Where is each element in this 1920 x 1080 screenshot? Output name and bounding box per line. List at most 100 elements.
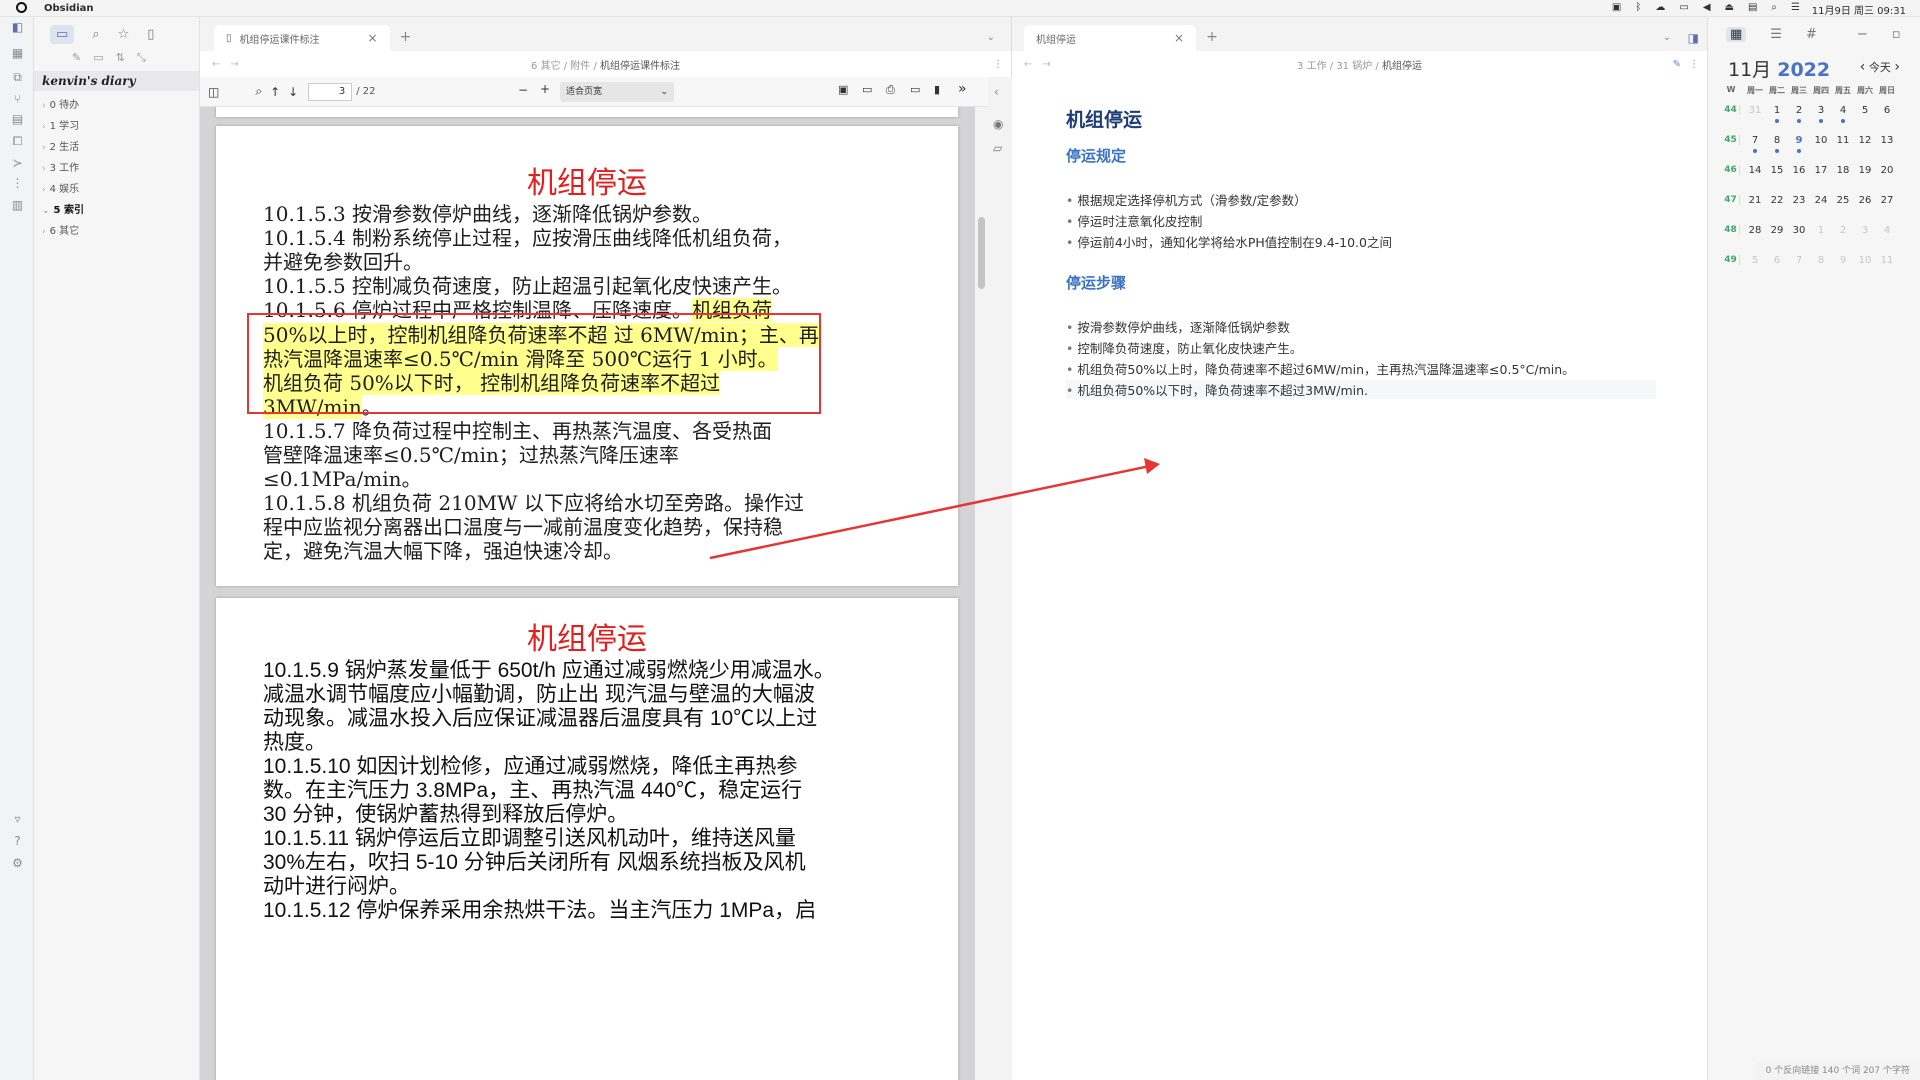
calendar-icon[interactable]: ▦	[1726, 26, 1747, 42]
outline-icon[interactable]: ☰	[1770, 27, 1782, 42]
calendar-day[interactable]: 22	[1766, 195, 1788, 206]
calendar-day[interactable]: 3	[1854, 225, 1876, 236]
list-item[interactable]: 停运时注意氧化皮控制	[1066, 211, 1202, 230]
folder-item[interactable]: › 4 娱乐	[34, 179, 199, 200]
collapse-left-icon[interactable]: ‹	[994, 85, 999, 99]
terminal-icon[interactable]: ≻	[11, 157, 24, 170]
new-folder-icon[interactable]: ▭	[93, 51, 103, 71]
page-number-input[interactable]: 3	[308, 82, 353, 101]
toggle-right-sidebar-icon[interactable]: ◨	[1688, 31, 1699, 45]
list-item[interactable]: 控制降负荷速度，防止氧化皮快速产生。	[1066, 338, 1302, 357]
close-icon[interactable]: ×	[1174, 31, 1184, 45]
calendar-day[interactable]: 28	[1744, 225, 1766, 236]
calendar-day[interactable]: 5	[1744, 255, 1766, 266]
new-note-icon[interactable]: ✎	[72, 51, 81, 71]
calendar-day[interactable]: 10	[1810, 135, 1832, 146]
tab-pdf[interactable]: ▯ 机组停运课件标注 ×	[214, 25, 390, 51]
calendar-day[interactable]: 14	[1744, 165, 1766, 176]
pdf-viewer[interactable]: 机组停运 10.1.5.3 按滑参数停炉曲线，逐渐降低锅炉参数。 10.1.5.…	[200, 107, 988, 1080]
search-icon[interactable]: ⌕	[1771, 2, 1777, 13]
graph-icon[interactable]: ⑂	[11, 93, 24, 106]
calendar-day[interactable]: 18	[1832, 165, 1854, 176]
week-number[interactable]: 46	[1722, 165, 1740, 175]
calendar-day[interactable]: 8	[1810, 255, 1832, 266]
more-options-icon[interactable]: ⋮	[993, 59, 1003, 70]
week-number[interactable]: 45	[1722, 135, 1740, 145]
next-page-icon[interactable]: ↓	[288, 85, 298, 99]
vault-name[interactable]: kenvin's diary	[34, 71, 199, 91]
chevron-right-icon[interactable]: ›	[1894, 59, 1900, 75]
folder-item[interactable]: › 0 待办	[34, 95, 199, 116]
folder-item[interactable]: › 2 生活	[34, 137, 199, 158]
calendar-day[interactable]: 1	[1810, 225, 1832, 236]
breadcrumb-path[interactable]: 3 工作 / 31 锅炉 /	[1297, 61, 1382, 72]
app-icon[interactable]: ▤	[1748, 2, 1757, 13]
search-icon[interactable]: ⌕	[92, 27, 99, 42]
calendar-day[interactable]: 2	[1832, 225, 1854, 236]
sort-icon[interactable]: ⇅	[116, 51, 125, 71]
calendar-day[interactable]: 4	[1876, 225, 1898, 236]
tab-note[interactable]: 机组停运 ×	[1024, 25, 1197, 51]
edit-mode-icon[interactable]: ✎	[1673, 59, 1681, 70]
control-center-icon[interactable]: ☰	[1791, 2, 1800, 13]
calendar-day[interactable]: 6	[1766, 255, 1788, 266]
settings-gear-icon[interactable]: ⚙	[11, 857, 24, 870]
calendar-day[interactable]: 20	[1876, 165, 1898, 176]
calendar-day[interactable]: 5	[1854, 105, 1876, 116]
calendar-day[interactable]: 23	[1788, 195, 1810, 206]
calendar-day[interactable]: 16	[1788, 165, 1810, 176]
display-icon[interactable]: ▭	[1679, 2, 1688, 13]
calendar-day[interactable]: 26	[1854, 195, 1876, 206]
pdf-scrollbar[interactable]	[975, 107, 988, 1080]
calendar-day[interactable]: 27	[1876, 195, 1898, 206]
volume-icon[interactable]: ◀	[1703, 2, 1711, 13]
presentation-icon[interactable]: ▣	[838, 83, 848, 96]
maximize-icon[interactable]: ▫	[1892, 27, 1901, 42]
today-button[interactable]: 今天	[1869, 61, 1891, 74]
calendar-day[interactable]: 13	[1876, 135, 1898, 146]
week-number[interactable]: 48	[1722, 225, 1740, 235]
close-icon[interactable]: ×	[368, 31, 378, 45]
calendar-day[interactable]: 10	[1854, 255, 1876, 266]
note-icon[interactable]: ▱	[993, 141, 1002, 155]
bookmark-icon[interactable]: ▮	[934, 83, 940, 96]
open-file-icon[interactable]: ▭	[862, 83, 872, 96]
zoom-out-icon[interactable]: −	[518, 83, 528, 97]
scrollbar-thumb[interactable]	[978, 217, 985, 289]
calendar-day[interactable]: 8	[1766, 135, 1788, 153]
calendar-day[interactable]: 25	[1832, 195, 1854, 206]
copy-icon[interactable]: ⧠	[11, 135, 24, 148]
tab-list-icon[interactable]: ⌄	[987, 32, 995, 43]
chevron-left-icon[interactable]: ‹	[1860, 59, 1866, 75]
calendar-day[interactable]: 4	[1832, 105, 1854, 123]
calendar-day[interactable]: 19	[1854, 165, 1876, 176]
list-item[interactable]: 根据规定选择停机方式（滑参数/定参数）	[1066, 190, 1306, 209]
new-tab-icon[interactable]: +	[1206, 29, 1218, 45]
calendar-day[interactable]: 1	[1766, 105, 1788, 123]
document-icon[interactable]: ▯	[147, 27, 154, 42]
printer-icon[interactable]: ▣	[1612, 2, 1621, 13]
cloud-icon[interactable]: ☁	[1655, 2, 1665, 13]
calendar-day[interactable]: 2	[1788, 105, 1810, 123]
template-icon[interactable]: ⋮	[11, 177, 24, 190]
new-tab-icon[interactable]: +	[400, 29, 412, 45]
calendar-day[interactable]: 17	[1810, 165, 1832, 176]
list-item[interactable]: 停运前4小时，通知化学将给水PH值控制在9.4-10.0之间	[1066, 232, 1392, 251]
collapse-icon[interactable]: ⤡	[137, 51, 146, 71]
annotation-box[interactable]	[247, 313, 821, 414]
list-item[interactable]: 机组负荷50%以上时，降负荷速率不超过6MW/min，主再热汽温降温速率≤0.5…	[1066, 359, 1574, 378]
help-icon[interactable]: ?	[11, 835, 24, 848]
calendar-icon[interactable]: ▤	[11, 113, 24, 126]
calendar-day[interactable]: 31	[1744, 105, 1766, 116]
print-icon[interactable]: ⎙	[886, 83, 895, 97]
bluetooth-icon[interactable]: ᛒ	[1635, 2, 1641, 13]
calendar-day[interactable]: 21	[1744, 195, 1766, 206]
sidebar-toggle-icon[interactable]: ◧	[11, 21, 24, 34]
folder-item[interactable]: › 1 学习	[34, 116, 199, 137]
folder-item[interactable]: › 3 工作	[34, 158, 199, 179]
calendar-day[interactable]: 30	[1788, 225, 1810, 236]
more-tools-icon[interactable]: »	[958, 81, 967, 97]
list-item-active[interactable]: 机组负荷50%以下时，降负荷速率不超过3MW/min.	[1066, 380, 1656, 399]
calendar-day[interactable]: 12	[1854, 135, 1876, 146]
calendar-day[interactable]: 11	[1832, 135, 1854, 146]
